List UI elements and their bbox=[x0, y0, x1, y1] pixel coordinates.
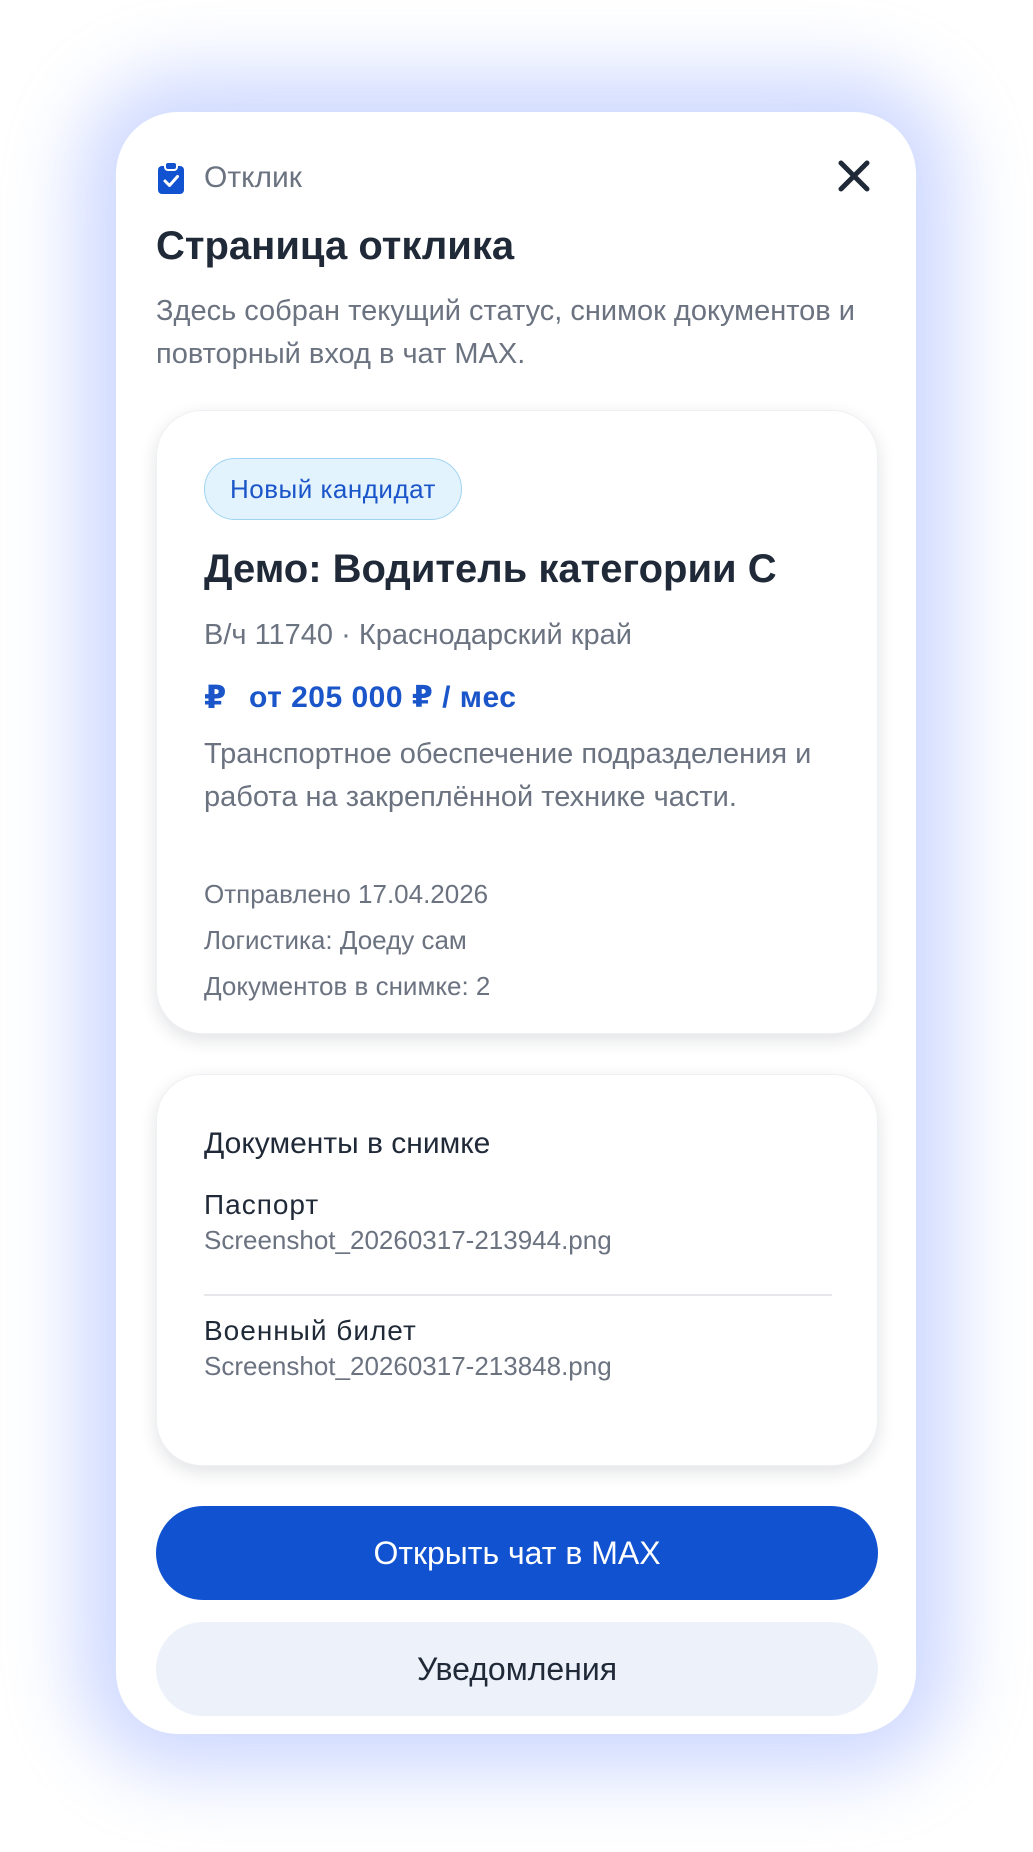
page-title: Страница отклика bbox=[156, 224, 515, 268]
job-description: Транспортное обеспечение подразделения и… bbox=[204, 738, 812, 813]
close-icon bbox=[838, 160, 870, 192]
documents-card: Документы в снимке Паспорт Screenshot_20… bbox=[156, 1074, 878, 1466]
salary-row: ₽ от 205 000 ₽ / мес bbox=[204, 678, 516, 716]
document-file[interactable]: Screenshot_20260317-213848.png bbox=[204, 1351, 612, 1382]
application-sheet: Отклик Страница отклика Здесь собран тек… bbox=[116, 112, 916, 1734]
sheet-header: Отклик bbox=[156, 158, 876, 198]
notifications-button[interactable]: Уведомления bbox=[156, 1622, 878, 1716]
documents-title: Документы в снимке bbox=[204, 1127, 491, 1160]
salary-value: от 205 000 ₽ / мес bbox=[249, 680, 517, 714]
clipboard-check-icon bbox=[158, 161, 184, 194]
document-divider bbox=[204, 1294, 832, 1296]
ruble-icon: ₽ bbox=[204, 679, 227, 715]
application-card: Новый кандидат Демо: Водитель категории … bbox=[156, 410, 878, 1034]
document-file[interactable]: Screenshot_20260317-213944.png bbox=[204, 1225, 612, 1256]
document-name: Военный билет bbox=[204, 1315, 417, 1346]
job-title: Демо: Водитель категории C bbox=[204, 547, 777, 591]
documents-count: Документов в снимке: 2 bbox=[204, 971, 491, 1001]
status-badge: Новый кандидат bbox=[204, 458, 462, 520]
open-chat-button[interactable]: Открыть чат в MAX bbox=[156, 1506, 878, 1600]
close-button[interactable] bbox=[832, 154, 876, 198]
document-name: Паспорт bbox=[204, 1189, 320, 1220]
breadcrumb-label: Отклик bbox=[204, 161, 302, 194]
sent-date: Отправлено 17.04.2026 bbox=[204, 879, 489, 909]
logistics-info: Логистика: Доеду сам bbox=[204, 925, 467, 955]
job-location: В/ч 11740 · Краснодарский край bbox=[204, 619, 632, 651]
page-description: Здесь собран текущий статус, снимок доку… bbox=[156, 295, 855, 370]
